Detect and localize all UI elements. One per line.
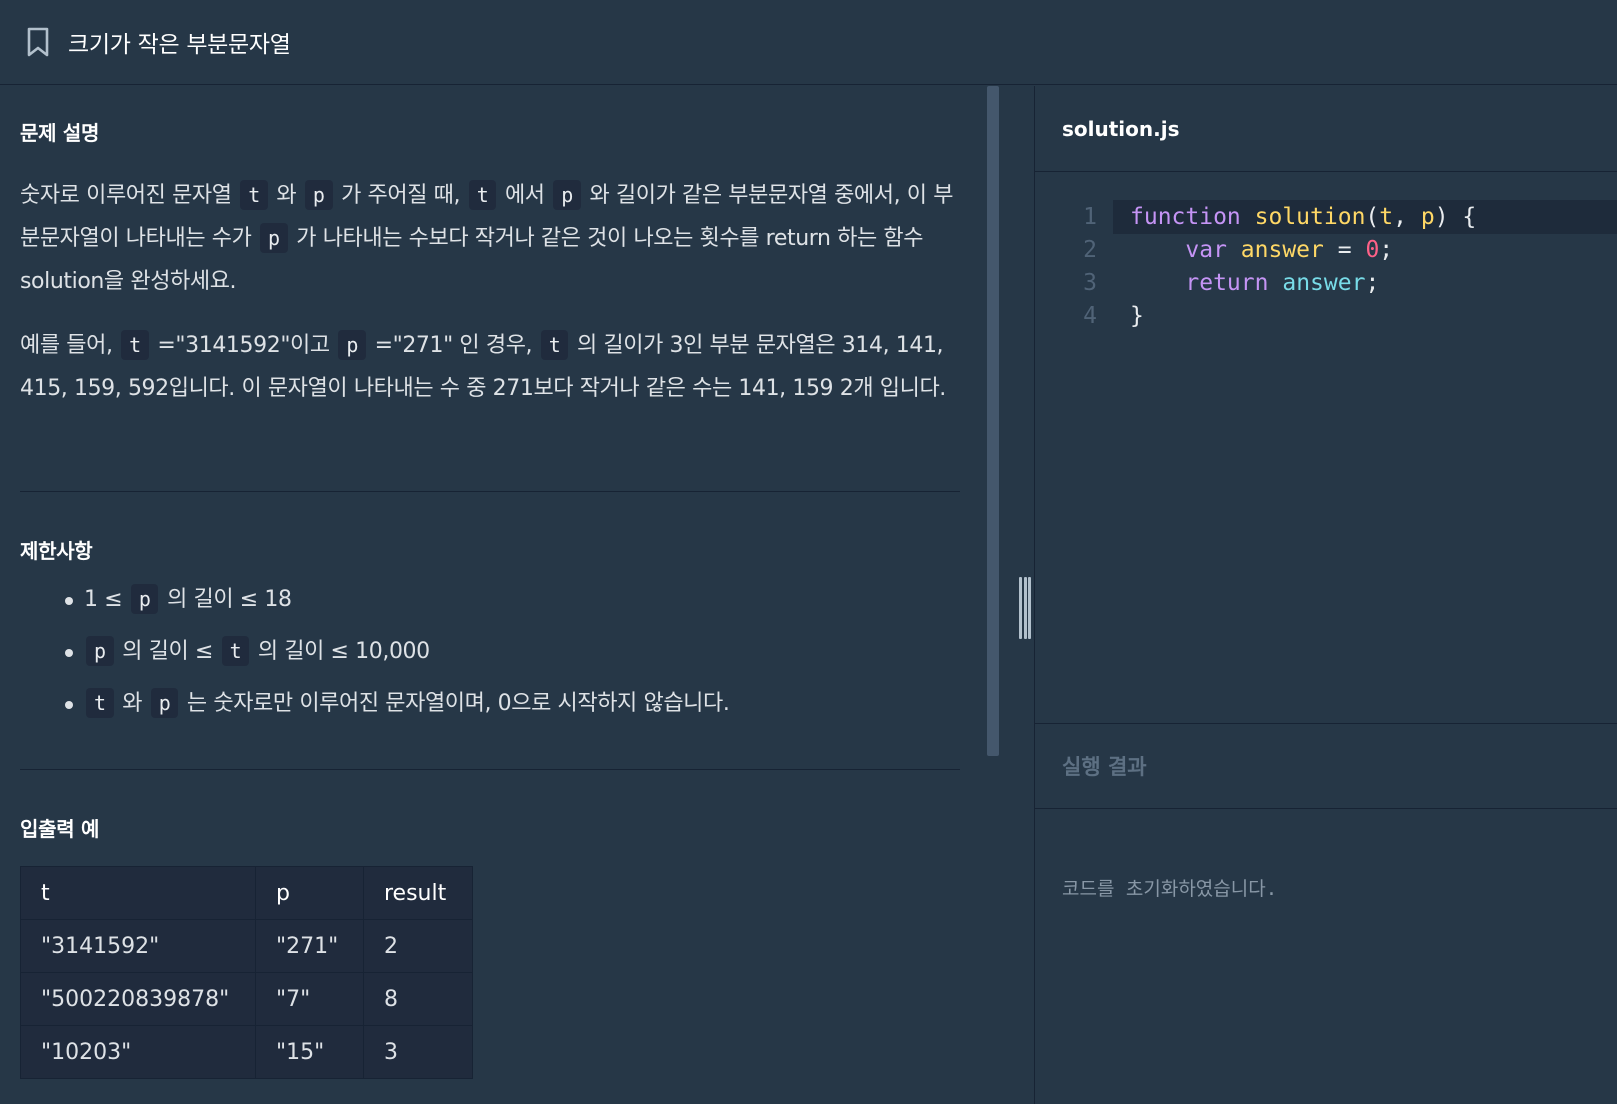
examples-section-title: 입출력 예 [20, 817, 100, 841]
code-token: ) { [1434, 204, 1477, 230]
text-segment: 1 ≤ [84, 587, 129, 612]
code-text: } [1130, 303, 1144, 329]
problem-section-title: 문제 설명 [20, 121, 100, 145]
table-header-cell: p [255, 866, 364, 920]
text-segment: 예를 들어, [20, 333, 120, 358]
text-segment: 와 [269, 183, 303, 208]
problem-example-description: 예를 들어, t ="3141592"이고 p ="271" 인 경우, t 의… [20, 324, 960, 410]
table-cell: "7" [255, 972, 364, 1026]
text-segment: 의 길이 ≤ [115, 639, 220, 664]
inline-code: t [240, 180, 268, 210]
code-token: = [1323, 237, 1366, 263]
text-segment: 가 주어질 때, [334, 183, 467, 208]
line-number: 2 [1083, 237, 1097, 263]
inline-code: t [86, 688, 114, 718]
code-line[interactable]: 2 var answer = 0; [1035, 233, 1617, 267]
text-segment: 숫자로 이루어진 문자열 [20, 183, 239, 208]
text-segment: ="271" 인 경우, [367, 333, 539, 358]
table-header-cell: t [20, 866, 256, 920]
code-token: ; [1365, 270, 1380, 296]
table-cell: 8 [363, 972, 473, 1026]
text-segment: 의 길이 ≤ 10,000 [251, 639, 430, 664]
table-cell: "15" [255, 1025, 364, 1079]
section-divider [20, 491, 960, 492]
resize-handle[interactable] [1016, 577, 1034, 639]
code-token: answer [1282, 270, 1366, 296]
code-token: var [1185, 237, 1227, 263]
constraint-item: p 의 길이 ≤ t 의 길이 ≤ 10,000 [65, 626, 945, 678]
problem-scrollbar[interactable] [987, 86, 999, 756]
table-cell: "10203" [20, 1025, 256, 1079]
code-line[interactable]: 3 return answer; [1035, 266, 1617, 300]
examples-table: t p result "3141592" "271" 2 "500220839878" "7… [20, 866, 473, 1079]
section-divider [20, 769, 960, 770]
text-segment: 에서 [498, 183, 552, 208]
table-cell: "271" [255, 919, 364, 973]
inline-code: p [553, 180, 581, 210]
text-segment: 의 길이 ≤ 18 [160, 587, 292, 612]
code-line[interactable]: 4} [1035, 299, 1617, 333]
file-tab[interactable]: solution.js [1035, 86, 1617, 172]
code-editor[interactable]: 1 function solution(t, p) { 2 var answer =… [1035, 173, 1617, 809]
line-number: 3 [1083, 270, 1097, 296]
code-text: var answer = 0; [1130, 237, 1393, 263]
bookmark-icon[interactable] [24, 25, 52, 59]
inline-code: p [304, 180, 333, 210]
inline-code: p [130, 584, 159, 614]
table-cell: 3 [363, 1025, 473, 1079]
result-title: 실행 결과 [1062, 755, 1147, 779]
result-header: 실행 결과 [1035, 723, 1617, 809]
table-cell: 2 [363, 919, 473, 973]
file-name: solution.js [1062, 116, 1180, 141]
code-token: t [1379, 204, 1394, 230]
text-segment: 와 [115, 691, 149, 716]
table-header-cell: result [363, 866, 473, 920]
page-title: 크기가 작은 부분문자열 [68, 32, 291, 58]
code-token: , [1393, 204, 1421, 230]
line-number: 4 [1083, 303, 1097, 329]
code-token: p [1420, 204, 1435, 230]
code-panel: solution.js 1 function solution(t, p) { 2 … [1035, 86, 1617, 1104]
constraints-list: 1 ≤ p 의 길이 ≤ 18 p 의 길이 ≤ t 의 길이 ≤ 10,000 t… [65, 574, 945, 730]
problem-panel: 문제 설명 숫자로 이루어진 문자열 t 와 p 가 주어질 때, t 에서 p… [0, 86, 1000, 1104]
code-token: 0 [1365, 237, 1380, 263]
inline-code: t [221, 636, 250, 666]
top-bar: 크기가 작은 부분문자열 [0, 0, 1617, 85]
result-message: 코드를 초기화하였습니다. [1062, 878, 1278, 900]
inline-code: p [150, 688, 179, 718]
table-cell: "3141592" [20, 919, 256, 973]
inline-code: t [121, 330, 149, 360]
code-token: function [1130, 204, 1241, 230]
constraints-section-title: 제한사항 [20, 539, 93, 563]
table-row: "3141592" "271" 2 [20, 919, 473, 973]
code-token: ( [1365, 204, 1380, 230]
constraint-item: 1 ≤ p 의 길이 ≤ 18 [65, 574, 945, 626]
table-cell: "500220839878" [20, 972, 256, 1026]
text-segment: 는 숫자로만 이루어진 문자열이며, 0으로 시작하지 않습니다. [180, 691, 730, 716]
code-text: function solution(t, p) { [1130, 204, 1476, 230]
line-number: 1 [1083, 204, 1097, 230]
code-token: solution [1254, 204, 1366, 230]
code-token: ; [1379, 237, 1394, 263]
problem-description: 숫자로 이루어진 문자열 t 와 p 가 주어질 때, t 에서 p 와 길이가… [20, 174, 960, 303]
inline-code: p [86, 636, 114, 666]
inline-code: p [260, 223, 288, 253]
code-token: return [1185, 270, 1269, 296]
inline-code: t [540, 330, 569, 360]
code-text: return answer; [1130, 270, 1379, 296]
inline-code: p [338, 330, 366, 360]
table-row: "500220839878" "7" 8 [20, 972, 473, 1026]
code-line[interactable]: 1 function solution(t, p) { [1035, 200, 1617, 234]
table-row: "10203" "15" 3 [20, 1025, 473, 1079]
code-token: answer [1240, 237, 1324, 263]
text-segment: ="3141592"이고 [150, 333, 337, 358]
constraint-item: t 와 p 는 숫자로만 이루어진 문자열이며, 0으로 시작하지 않습니다. [65, 678, 945, 730]
code-token: } [1130, 303, 1144, 329]
inline-code: t [468, 180, 497, 210]
